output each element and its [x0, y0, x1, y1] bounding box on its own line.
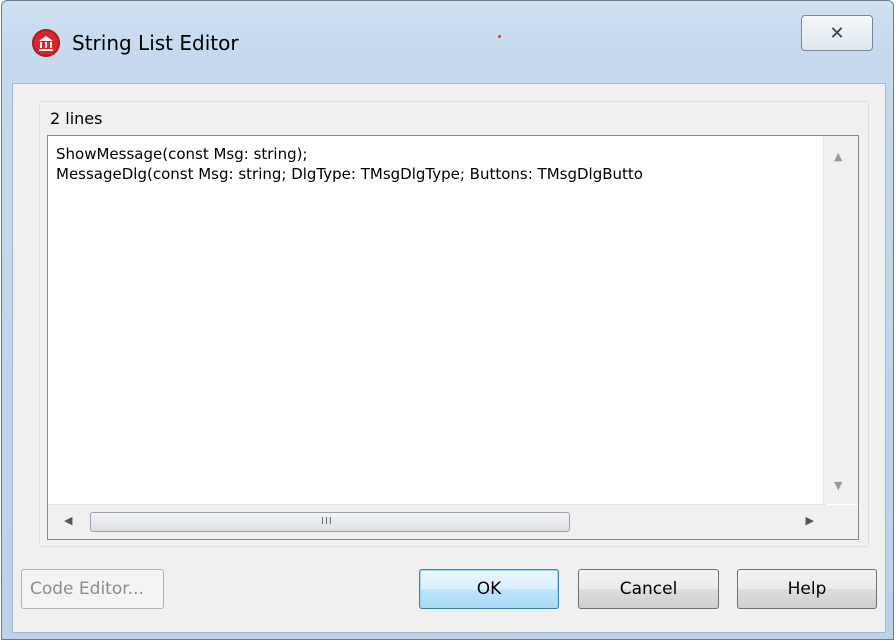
help-button[interactable]: Help — [737, 569, 877, 609]
close-icon: ✕ — [829, 22, 845, 44]
app-icon — [32, 29, 60, 57]
close-button[interactable]: ✕ — [801, 15, 873, 51]
memo-text[interactable]: ShowMessage(const Msg: string); MessageD… — [56, 144, 826, 504]
scrollbar-corner — [824, 505, 858, 539]
window-title: String List Editor — [72, 31, 239, 55]
scroll-grip: III — [321, 516, 333, 527]
horizontal-scrollbar[interactable]: ◀ III ▶ — [48, 504, 826, 539]
ok-button[interactable]: OK — [419, 569, 559, 609]
scroll-right-icon[interactable]: ▶ — [806, 514, 814, 527]
scroll-left-icon[interactable]: ◀ — [64, 514, 72, 527]
memo-line: MessageDlg(const Msg: string; DlgType: T… — [56, 165, 643, 183]
title-bar[interactable]: String List Editor ✕ — [2, 1, 893, 83]
horizontal-scroll-thumb[interactable]: III — [90, 512, 570, 532]
scroll-down-icon[interactable]: ▼ — [834, 479, 842, 492]
cancel-button[interactable]: Cancel — [578, 569, 719, 609]
string-list-memo[interactable]: ShowMessage(const Msg: string); MessageD… — [47, 135, 859, 540]
editor-group: 2 lines ShowMessage(const Msg: string); … — [39, 101, 869, 547]
scroll-up-icon[interactable]: ▲ — [834, 150, 842, 163]
code-editor-button[interactable]: Code Editor... — [21, 569, 164, 609]
memo-line: ShowMessage(const Msg: string); — [56, 145, 308, 163]
dialog-client-area: 2 lines ShowMessage(const Msg: string); … — [12, 83, 886, 633]
line-count-label: 2 lines — [50, 109, 103, 128]
vertical-scrollbar[interactable]: ▲ ▼ — [823, 136, 858, 504]
dialog-window: String List Editor ✕ 2 lines ShowMessage… — [1, 0, 894, 640]
title-marker — [498, 35, 501, 38]
